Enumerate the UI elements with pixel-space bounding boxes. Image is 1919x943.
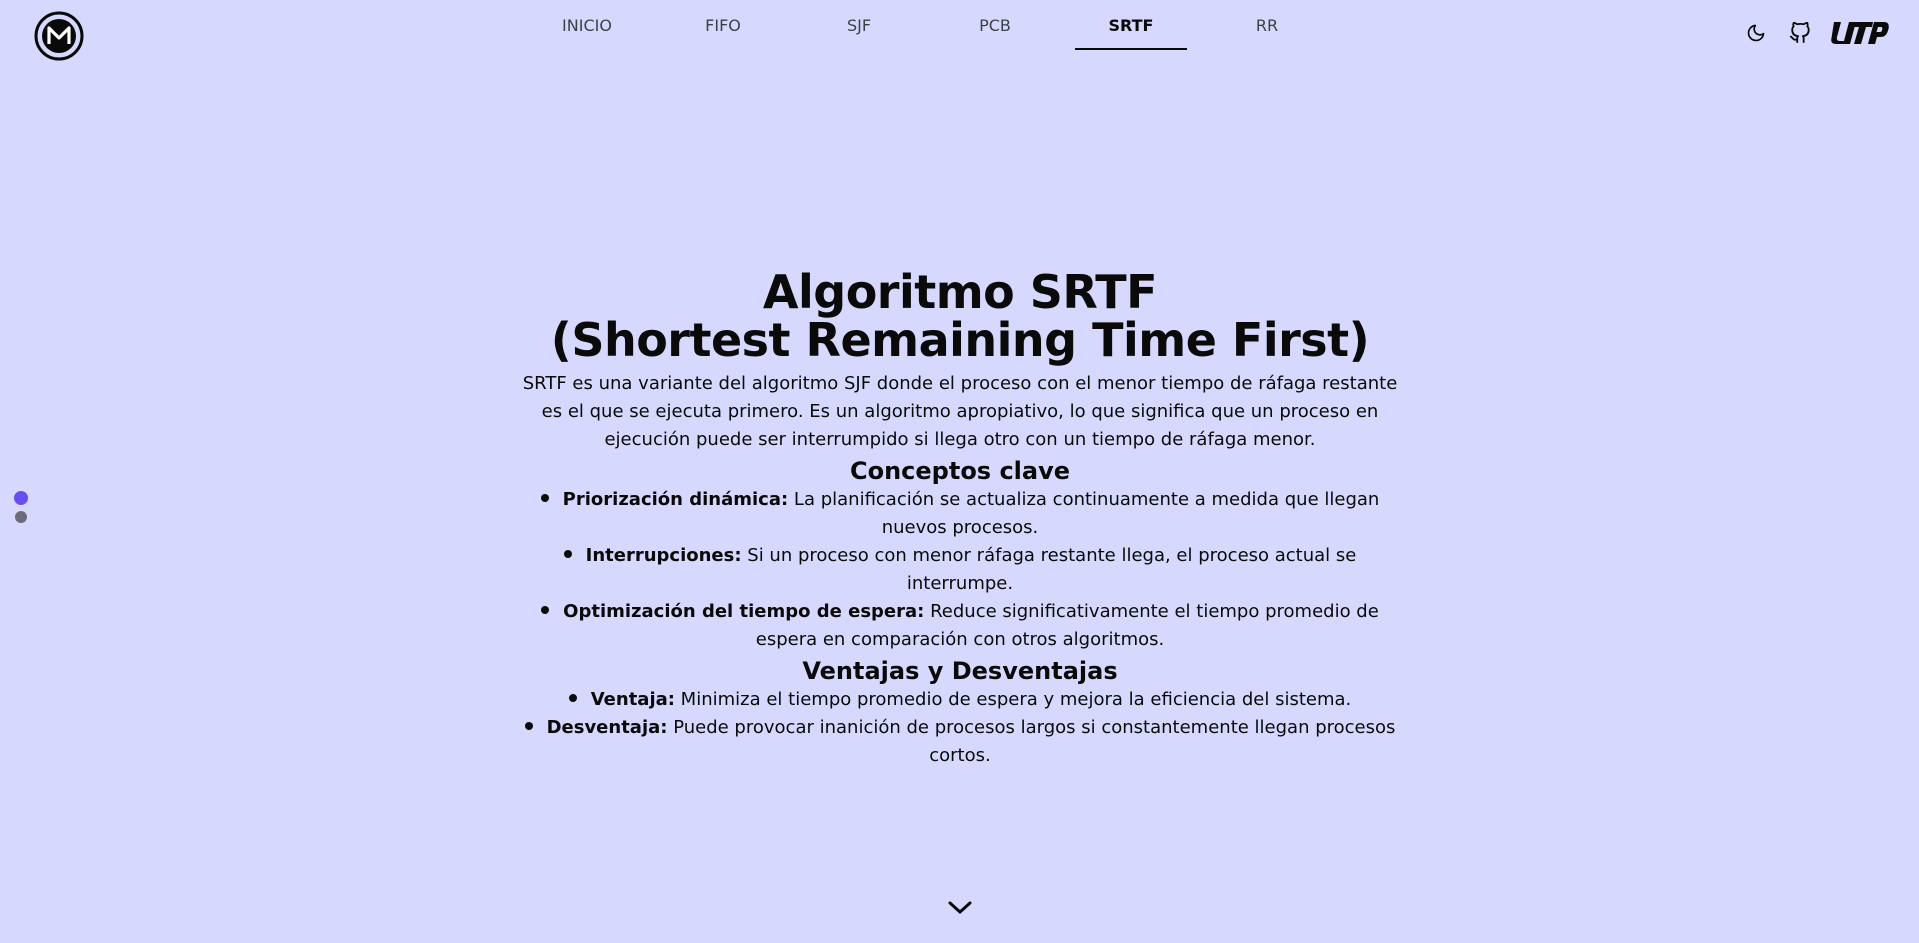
concepts-heading: Conceptos clave xyxy=(849,457,1071,485)
list-item: Interrupciones: Si un proceso con menor … xyxy=(520,542,1400,598)
utp-logo[interactable] xyxy=(1831,18,1889,48)
concepts-list: Priorización dinámica: La planificación … xyxy=(520,486,1400,654)
nav-item-pcb[interactable]: PCB xyxy=(927,0,1063,50)
bullet-icon xyxy=(568,694,577,702)
concept-term: Priorización dinámica: xyxy=(562,489,789,510)
title-line-2: (Shortest Remaining Time First) xyxy=(550,313,1370,367)
bullet-icon xyxy=(540,494,549,502)
section-dots xyxy=(14,491,28,523)
list-item: Desventaja: Puede provocar inanición de … xyxy=(520,714,1400,770)
list-item: Optimización del tiempo de espera: Reduc… xyxy=(520,598,1400,654)
nav-item-fifo[interactable]: FIFO xyxy=(655,0,791,50)
page-title: Algoritmo SRTF (Shortest Remaining Time … xyxy=(500,268,1420,364)
github-icon[interactable] xyxy=(1787,20,1813,46)
section-dot-1[interactable] xyxy=(14,491,28,505)
site-logo[interactable] xyxy=(34,11,84,61)
concept-term: Optimización del tiempo de espera: xyxy=(563,601,925,622)
main-nav: INICIO FIFO SJF PCB SRTF RR xyxy=(519,0,1335,52)
bullet-icon xyxy=(524,722,533,730)
bullet-icon xyxy=(541,606,550,614)
list-item: Ventaja: Minimiza el tiempo promedio de … xyxy=(520,686,1400,714)
main-content: Algoritmo SRTF (Shortest Remaining Time … xyxy=(500,268,1420,770)
concept-text: Si un proceso con menor ráfaga restante … xyxy=(741,545,1357,594)
concept-text: La planificación se actualiza continuame… xyxy=(788,489,1380,538)
pros-cons-list: Ventaja: Minimiza el tiempo promedio de … xyxy=(520,686,1400,770)
pros-cons-term: Desventaja: xyxy=(546,717,668,738)
chevron-down-icon[interactable] xyxy=(946,899,974,917)
pros-cons-text: Puede provocar inanición de procesos lar… xyxy=(667,717,1396,766)
pros-cons-text: Minimiza el tiempo promedio de espera y … xyxy=(674,689,1352,710)
title-line-1: Algoritmo SRTF xyxy=(762,265,1158,319)
list-item: Priorización dinámica: La planificación … xyxy=(540,486,1380,542)
moon-icon[interactable] xyxy=(1743,20,1769,46)
concept-term: Interrupciones: xyxy=(585,545,742,566)
pros-cons-term: Ventaja: xyxy=(590,689,675,710)
header-actions xyxy=(1743,18,1889,48)
nav-item-inicio[interactable]: INICIO xyxy=(519,0,655,50)
nav-item-sjf[interactable]: SJF xyxy=(791,0,927,50)
intro-paragraph: SRTF es una variante del algoritmo SJF d… xyxy=(522,373,1398,450)
nav-item-rr[interactable]: RR xyxy=(1199,0,1335,50)
nav-item-srtf[interactable]: SRTF xyxy=(1063,0,1199,50)
section-dot-2[interactable] xyxy=(15,511,27,523)
pros-cons-heading: Ventajas y Desventajas xyxy=(802,657,1118,685)
bullet-icon xyxy=(563,550,572,558)
